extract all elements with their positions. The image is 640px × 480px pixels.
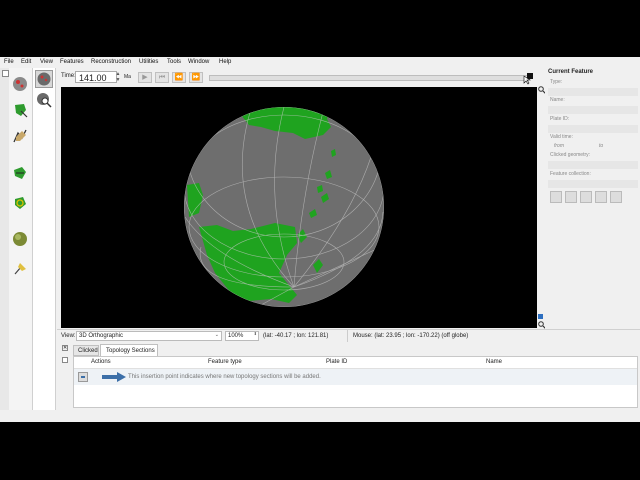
skip-to-start-button[interactable]: ⏮ [155,72,169,83]
feature-collection-field [548,180,638,188]
cursor-icon [523,75,531,85]
to-label: to [599,143,604,149]
col-actions: Actions [91,359,111,365]
name-label: Name: [550,97,565,103]
menu-bar: File Edit View Features Reconstruction U… [0,57,640,68]
float-dock-icon[interactable] [62,357,68,363]
globe-tool-icon[interactable] [12,76,28,92]
feature-collection-label: Feature collection: [550,171,591,177]
menu-view[interactable]: View [40,59,53,65]
zoom-spinbox[interactable]: 100% ⬍ [225,331,259,341]
type-field [548,88,638,96]
topology-sections-table: Actions Feature type Plate ID Name This … [73,356,638,408]
zoom-level-marker[interactable] [538,314,543,319]
insertion-text: This insertion point indicates where new… [128,374,321,380]
time-value: 141.00 [79,73,107,83]
projection-select[interactable]: 3D Orthographic ⌄ [76,331,222,341]
gplates-window: File Edit View Features Reconstruction U… [0,57,640,422]
time-down-icon[interactable]: ▼ [115,77,121,83]
insertion-row[interactable]: This insertion point indicates where new… [74,369,637,385]
tool-palette [9,68,33,410]
mouse-coordinates: Mouse: (lat: 23.95 ; lon: -170.22) (off … [353,333,469,339]
fast-forward-icon: ⏩ [191,74,201,81]
status-divider [347,330,348,342]
query-feature-icon[interactable] [550,191,562,203]
play-icon: ▶ [142,74,148,81]
col-plate-id: Plate ID [326,359,348,365]
time-toolbar: Time: 141.00 ▲ ▼ Ma ▶ ⏮ ⏪ ⏩ [57,69,537,86]
move-vertex-tool-icon[interactable] [12,165,28,181]
camera-coordinates: (lat: -40.17 ; lon: 121.81) [263,333,329,339]
clone-feature-icon[interactable] [595,191,607,203]
zoom-value: 100% [228,333,244,339]
delete-feature-icon[interactable] [610,191,622,203]
feature-action-buttons [550,191,630,203]
plate-id-field [548,125,638,133]
insert-here-icon[interactable] [78,372,88,382]
view-status-bar: View: 3D Orthographic ⌄ 100% ⬍ (lat: -40… [57,329,640,343]
clone-geometry-icon[interactable] [580,191,592,203]
menu-edit[interactable]: Edit [21,59,31,65]
dropdown-arrow-icon: ⌄ [214,332,219,338]
projection-value: 3D Orthographic [79,333,124,339]
tab-topology-sections-label: Topology Sections [106,348,155,354]
tab-clicked[interactable]: Clicked [73,345,99,356]
globe-view-icon [37,72,51,86]
edit-feature-icon[interactable] [565,191,577,203]
insert-marker [81,376,85,378]
menu-tools[interactable]: Tools [167,59,181,65]
tab-clicked-label: Clicked [78,348,98,354]
time-label: Time: [61,73,76,79]
play-button[interactable]: ▶ [138,72,152,83]
clicked-geometry-label: Clicked geometry: [550,152,591,158]
skip-start-icon: ⏮ [158,74,166,81]
clicked-geometry-field [548,161,638,169]
feature-select-tool-icon[interactable] [12,102,28,118]
dock-float-icon[interactable] [2,70,9,77]
time-unit: Ma [124,74,131,80]
zoom-spin-icon: ⬍ [253,331,257,336]
tab-topology-sections[interactable]: Topology Sections [100,344,158,356]
time-slider[interactable] [209,75,529,81]
topology-tool-icon[interactable] [12,195,28,211]
panel-title: Current Feature [548,69,594,75]
menu-reconstruction[interactable]: Reconstruction [91,59,131,65]
name-field [548,106,638,114]
valid-time-label: Valid time: [550,134,573,140]
globe[interactable] [61,87,537,328]
measure-tool-icon[interactable] [12,261,28,277]
menu-features[interactable]: Features [60,59,84,65]
col-feature-type: Feature type [208,359,242,365]
bottom-dock: ✕ Clicked Topology Sections Actions Feat… [57,343,640,410]
col-name: Name [486,359,503,365]
menu-window[interactable]: Window [188,59,209,65]
insertion-arrow-icon [102,372,126,382]
view-label: View: [61,333,76,339]
rewind-icon: ⏪ [174,74,184,81]
menu-file[interactable]: File [4,59,14,65]
sub-tool-palette [33,68,56,410]
step-forward-button[interactable]: ⏩ [189,72,203,83]
globe-canvas[interactable] [61,87,537,328]
menu-utilities[interactable]: Utilities [139,59,158,65]
from-label: from [554,143,564,149]
plate-id-label: Plate ID: [550,116,570,122]
zoom-globe-icon[interactable] [36,92,52,108]
close-dock-icon[interactable]: ✕ [62,345,68,351]
menu-help[interactable]: Help [219,59,231,65]
type-label: Type: [550,79,563,85]
step-back-button[interactable]: ⏪ [172,72,186,83]
globe-view-button[interactable] [35,70,53,88]
pole-manipulation-tool-icon[interactable] [12,231,28,247]
digitise-tool-icon[interactable] [12,128,28,144]
time-input[interactable]: 141.00 [75,71,117,83]
